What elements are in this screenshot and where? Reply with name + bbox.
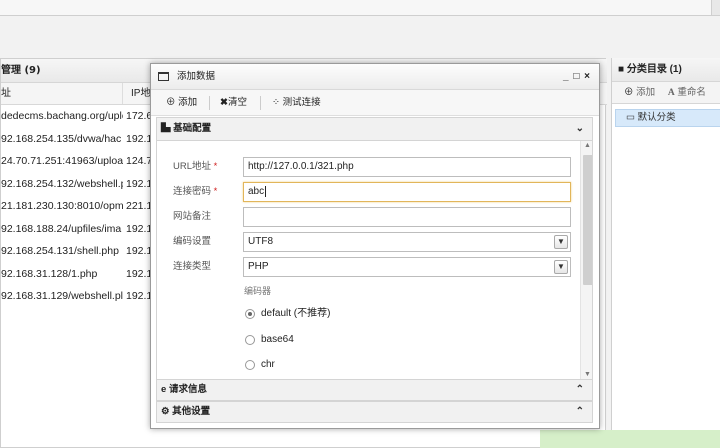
form-scrollbar[interactable]: ▲ ▼ — [580, 141, 592, 379]
category-panel-title-text: 分类目录 (1) — [626, 64, 682, 75]
chevron-up-icon: ⌃ — [575, 384, 584, 395]
close-icon: ✖ — [220, 97, 228, 108]
shell-url-cell: 92.168.31.129/webshell.pl — [1, 290, 123, 302]
success-toast — [540, 430, 720, 448]
url-label: URL地址 * — [173, 161, 218, 172]
encoder-option-base64[interactable]: base64 — [261, 333, 294, 347]
shell-url-cell: 21.181.230.130:8010/opm — [1, 200, 123, 212]
chevron-down-icon[interactable]: ▼ — [554, 235, 568, 249]
encoding-label: 编码设置 — [173, 236, 212, 247]
encoding-value: UTF8 — [248, 236, 273, 247]
spinner-icon: ⁘ — [272, 97, 280, 108]
encoder-option-chr[interactable]: chr — [261, 358, 275, 372]
test-connection-button[interactable]: ⁘ 测试连接 — [272, 90, 321, 115]
request-info-header[interactable]: e 请求信息 ⌃ — [156, 379, 593, 401]
add-category-label: 添加 — [636, 87, 656, 98]
gears-icon: ⚙ — [161, 406, 170, 417]
encoder-label: 编码器 — [244, 286, 272, 296]
shell-url-cell: 92.168.254.131/shell.php — [1, 245, 119, 257]
encoding-select[interactable]: UTF8 ▼ — [243, 232, 571, 252]
column-header-url[interactable]: 址 — [1, 83, 123, 104]
connection-type-value: PHP — [248, 261, 269, 272]
category-panel: ■ 分类目录 (1) ⊕ 添加 A 重命名 ▭ 默认分类 — [611, 58, 720, 448]
password-input[interactable]: abc — [243, 182, 571, 202]
encoder-option-default[interactable]: default (不推荐) — [261, 307, 330, 321]
add-data-dialog: 添加数据 _ □ × ⊕ 添加 ✖清空 ⁘ 测试连接 ▙ 基础配置 ⌄ URL地… — [150, 63, 600, 429]
add-button-label: 添加 — [178, 97, 198, 108]
connection-type-select[interactable]: PHP ▼ — [243, 257, 571, 277]
folder-outline-icon: ▭ — [626, 112, 635, 123]
clear-button-label: 清空 — [227, 97, 247, 108]
encoder-radio-default[interactable] — [245, 309, 255, 319]
category-toolbar: ⊕ 添加 A 重命名 — [612, 82, 720, 104]
dialog-titlebar[interactable]: 添加数据 _ □ × — [151, 64, 599, 90]
encoder-radio-base64[interactable] — [245, 335, 255, 345]
shell-url-cell: 92.168.254.135/dvwa/hac — [1, 132, 122, 145]
request-info-title: 请求信息 — [168, 384, 207, 395]
note-input[interactable] — [243, 207, 571, 227]
url-input[interactable]: http://127.0.0.1/321.php — [243, 157, 571, 177]
shell-url-cell: 92.168.31.128/1.php — [1, 267, 98, 280]
other-settings-header[interactable]: ⚙ 其他设置 ⌃ — [156, 401, 593, 423]
dialog-title: 添加数据 — [177, 71, 216, 82]
top-input-area[interactable] — [0, 0, 712, 15]
chevron-up-icon: ⌃ — [575, 406, 584, 417]
add-category-button[interactable]: ⊕ 添加 — [624, 87, 655, 98]
font-icon: A — [667, 88, 675, 98]
scroll-up-icon[interactable]: ▲ — [584, 142, 591, 149]
shell-url-cell: 24.70.71.251:41963/uploa — [1, 155, 123, 167]
connection-type-label: 连接类型 — [173, 261, 212, 272]
other-settings-title: 其他设置 — [172, 406, 211, 417]
category-panel-title: ■ 分类目录 (1) — [612, 58, 720, 82]
category-item-label: 默认分类 — [637, 112, 676, 123]
plus-circle-icon: ⊕ — [624, 87, 634, 98]
folder-icon: ■ — [618, 64, 625, 75]
toolbar-divider — [260, 96, 261, 110]
encoder-radio-chr[interactable] — [245, 360, 255, 370]
basic-config-title: 基础配置 — [173, 123, 212, 134]
document-icon: ▙ — [161, 123, 171, 134]
password-label: 连接密码 * — [173, 186, 218, 197]
clear-button[interactable]: ✖清空 — [220, 90, 247, 115]
shell-url-cell: 92.168.254.132/webshell.p — [1, 177, 123, 190]
dialog-toolbar: ⊕ 添加 ✖清空 ⁘ 测试连接 — [151, 90, 599, 116]
rename-category-label: 重命名 — [677, 87, 706, 98]
scroll-down-icon[interactable]: ▼ — [584, 371, 591, 378]
note-label: 网站备注 — [173, 211, 212, 222]
chevron-down-icon[interactable]: ▼ — [554, 260, 568, 274]
rename-category-button[interactable]: A 重命名 — [668, 87, 706, 98]
plus-circle-icon: ⊕ — [166, 97, 176, 108]
category-item-default[interactable]: ▭ 默认分类 — [615, 109, 720, 127]
add-button[interactable]: ⊕ 添加 — [166, 90, 197, 115]
toolbar-divider — [209, 96, 210, 110]
shell-url-cell: 92.168.188.24/upfiles/ima — [1, 222, 122, 235]
test-connection-label: 测试连接 — [282, 97, 321, 108]
shell-url-cell: dedecms.bachang.org/uplc — [1, 110, 123, 122]
top-toolbar-strip — [0, 0, 720, 16]
scrollbar-thumb[interactable] — [583, 155, 592, 285]
globe-icon: e — [161, 384, 167, 395]
basic-config-form: URL地址 * http://127.0.0.1/321.php 连接密码 * … — [156, 141, 593, 379]
basic-config-header[interactable]: ▙ 基础配置 ⌄ — [156, 117, 593, 141]
chevron-down-icon: ⌄ — [575, 123, 584, 134]
window-controls[interactable]: _ □ × — [563, 64, 591, 90]
window-icon — [158, 72, 169, 81]
